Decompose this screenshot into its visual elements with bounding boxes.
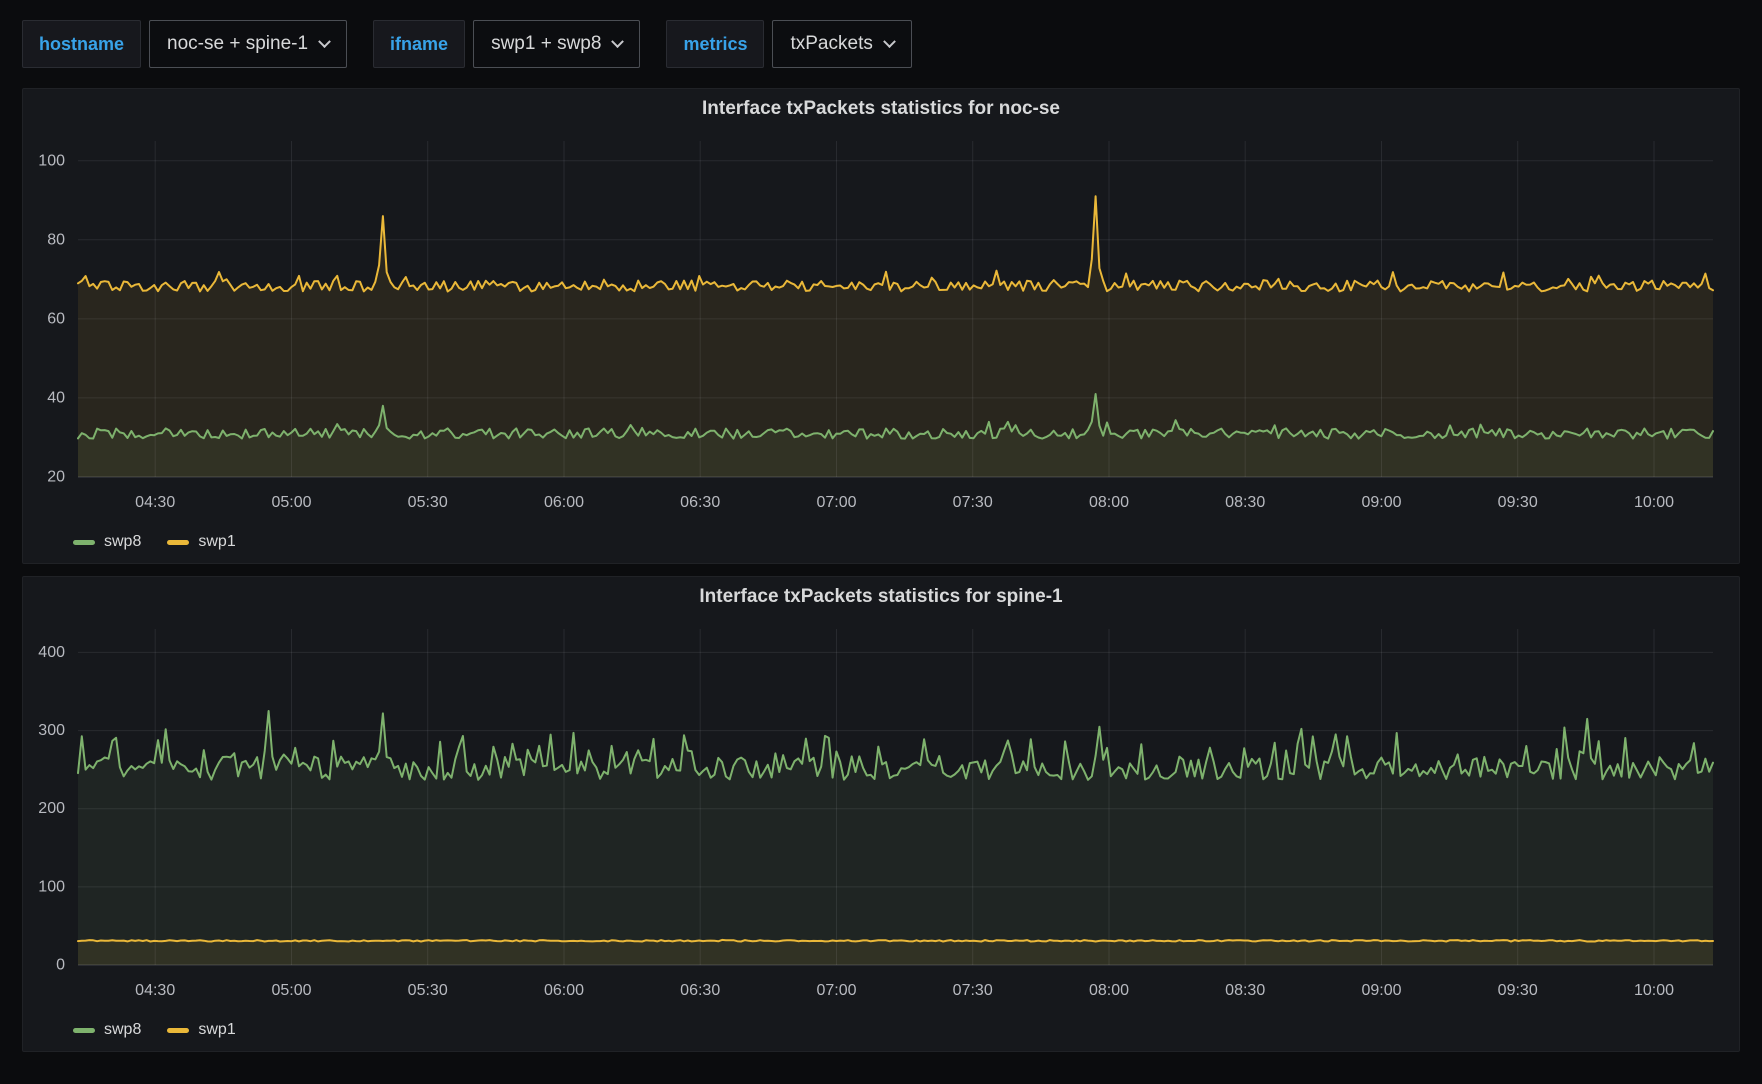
x-axis-tick-label: 07:00: [816, 494, 856, 511]
metrics-variable-value: txPackets: [790, 33, 872, 55]
x-axis-tick-label: 06:00: [544, 982, 584, 999]
y-axis-tick-label: 60: [47, 310, 65, 327]
x-axis-tick-label: 08:30: [1225, 982, 1265, 999]
variable-metrics: metrics txPackets: [666, 20, 911, 68]
ifname-variable-value: swp1 + swp8: [491, 33, 601, 55]
x-axis-tick-label: 06:00: [544, 494, 584, 511]
series-area-fill: [78, 940, 1713, 965]
series-color-swatch: [167, 540, 189, 545]
panel-header: Interface txPackets statistics for spine…: [23, 577, 1739, 617]
series-color-swatch: [73, 540, 95, 545]
x-axis-tick-label: 05:00: [271, 982, 311, 999]
series-area-fill: [78, 711, 1713, 965]
y-axis-tick-label: 0: [56, 957, 65, 974]
legend-label: swp8: [104, 533, 141, 551]
y-axis-tick-label: 200: [38, 800, 65, 817]
series-color-swatch: [167, 1028, 189, 1033]
x-axis-tick-label: 05:00: [271, 494, 311, 511]
x-axis-tick-label: 05:30: [408, 494, 448, 511]
legend-item-swp8[interactable]: swp8: [73, 1021, 141, 1039]
y-axis-tick-label: 20: [47, 469, 65, 486]
chevron-down-icon: [883, 35, 896, 48]
legend-label: swp8: [104, 1021, 141, 1039]
legend: swp8 swp1: [23, 1019, 1739, 1051]
legend: swp8 swp1: [23, 531, 1739, 563]
y-axis-tick-label: 80: [47, 231, 65, 248]
panel-title[interactable]: Interface txPackets statistics for spine…: [699, 586, 1062, 608]
hostname-variable-label: hostname: [22, 20, 141, 68]
y-axis-tick-label: 100: [38, 878, 65, 895]
x-axis-tick-label: 07:00: [816, 982, 856, 999]
panel-title[interactable]: Interface txPackets statistics for noc-s…: [702, 98, 1060, 120]
legend-item-swp8[interactable]: swp8: [73, 533, 141, 551]
y-axis-tick-label: 400: [38, 644, 65, 661]
x-axis-tick-label: 07:30: [953, 494, 993, 511]
x-axis-tick-label: 04:30: [135, 494, 175, 511]
ifname-variable-label: ifname: [373, 20, 465, 68]
series-line: [78, 196, 1713, 291]
x-axis-tick-label: 10:00: [1634, 494, 1674, 511]
legend-item-swp1[interactable]: swp1: [167, 533, 235, 551]
hostname-variable-value: noc-se + spine-1: [167, 33, 308, 55]
x-axis-tick-label: 09:00: [1361, 982, 1401, 999]
series-line: [78, 940, 1713, 942]
x-axis-tick-label: 06:30: [680, 494, 720, 511]
y-axis-tick-label: 300: [38, 722, 65, 739]
panel-spine-1: Interface txPackets statistics for spine…: [22, 576, 1740, 1052]
variable-bar: hostname noc-se + spine-1 ifname swp1 + …: [22, 20, 1740, 68]
variable-hostname: hostname noc-se + spine-1: [22, 20, 347, 68]
x-axis-tick-label: 04:30: [135, 982, 175, 999]
x-axis-tick-label: 07:30: [953, 982, 993, 999]
variable-ifname: ifname swp1 + swp8: [373, 20, 640, 68]
chevron-down-icon: [612, 35, 625, 48]
metrics-variable-dropdown[interactable]: txPackets: [772, 20, 911, 68]
ifname-variable-dropdown[interactable]: swp1 + swp8: [473, 20, 640, 68]
y-axis-tick-label: 100: [38, 152, 65, 169]
series-color-swatch: [73, 1028, 95, 1033]
panel-noc-se: Interface txPackets statistics for noc-s…: [22, 88, 1740, 564]
series-line: [78, 711, 1713, 780]
x-axis-tick-label: 08:00: [1089, 982, 1129, 999]
x-axis-tick-label: 09:00: [1361, 494, 1401, 511]
panel-header: Interface txPackets statistics for noc-s…: [23, 89, 1739, 129]
legend-label: swp1: [198, 533, 235, 551]
x-axis-tick-label: 06:30: [680, 982, 720, 999]
x-axis-tick-label: 08:00: [1089, 494, 1129, 511]
x-axis-tick-label: 05:30: [408, 982, 448, 999]
x-axis-tick-label: 08:30: [1225, 494, 1265, 511]
legend-label: swp1: [198, 1021, 235, 1039]
timeseries-chart-spine-1[interactable]: 0 100 200 300 400 04:30 05:00 05:30 06:00 06:30 07…: [23, 617, 1739, 1019]
x-axis-tick-label: 10:00: [1634, 982, 1674, 999]
hostname-variable-dropdown[interactable]: noc-se + spine-1: [149, 20, 347, 68]
x-axis-tick-label: 09:30: [1498, 982, 1538, 999]
metrics-variable-label: metrics: [666, 20, 764, 68]
grafana-dashboard: hostname noc-se + spine-1 ifname swp1 + …: [0, 0, 1762, 1084]
legend-item-swp1[interactable]: swp1: [167, 1021, 235, 1039]
timeseries-chart-noc-se[interactable]: 20 40 60 80 100 04:30 05:00 05:30 06:00 06:30 07:0…: [23, 129, 1739, 531]
chevron-down-icon: [318, 35, 331, 48]
y-axis-tick-label: 40: [47, 389, 65, 406]
x-axis-tick-label: 09:30: [1498, 494, 1538, 511]
